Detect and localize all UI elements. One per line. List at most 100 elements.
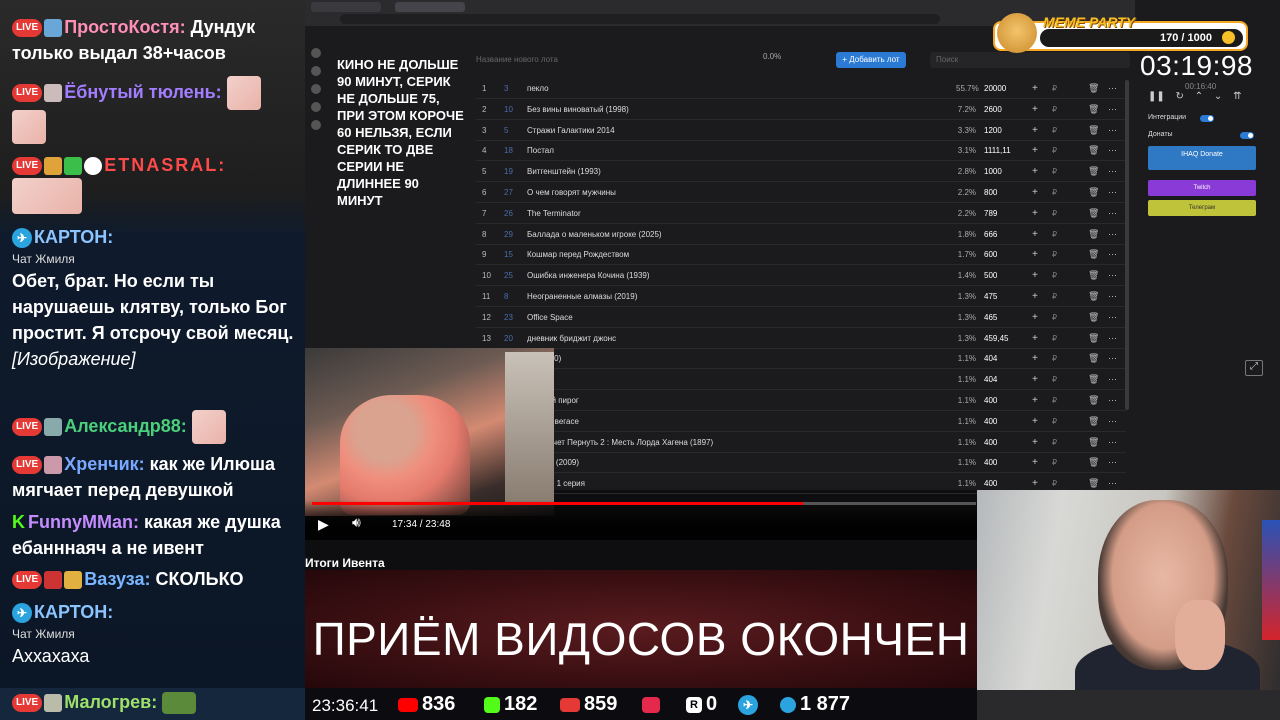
browser-tab[interactable] <box>395 2 465 12</box>
chevron-up-icon[interactable]: ⌃ <box>1195 91 1203 102</box>
volume-icon[interactable]: 🔊︎ <box>352 514 361 531</box>
add-amount-icon[interactable]: + <box>1032 270 1038 281</box>
lot-row[interactable]: 8 29 Баллада о маленьком игроке (2025) 1.8%… <box>476 224 1126 245</box>
add-amount-icon[interactable]: + <box>1032 104 1038 115</box>
new-lot-input[interactable]: Название нового лота <box>476 52 756 68</box>
lot-row[interactable]: 10 25 Ошибка инженера Кочина (1939) 1.4% 500… <box>476 265 1126 287</box>
add-amount-icon[interactable]: + <box>1032 125 1038 136</box>
add-amount-icon[interactable]: + <box>1032 312 1038 323</box>
lot-row[interactable]: 2 10 Без вины виноватый (1998) 7.2% 2600 + ₽ 🗑︎… <box>476 99 1126 120</box>
add-amount-icon[interactable]: + <box>1032 166 1038 177</box>
delete-icon[interactable]: 🗑︎ <box>1088 437 1099 448</box>
delete-icon[interactable]: 🗑︎ <box>1088 478 1099 489</box>
ruble-icon[interactable]: ₽ <box>1052 375 1057 384</box>
ruble-icon[interactable]: ₽ <box>1052 188 1057 197</box>
more-icon[interactable]: ⋯ <box>1108 125 1117 136</box>
add-lot-button[interactable]: + Добавить лот <box>836 52 906 68</box>
ruble-icon[interactable]: ₽ <box>1052 479 1057 488</box>
add-amount-icon[interactable]: + <box>1032 457 1038 468</box>
timer-controls[interactable]: ❚❚ ↻ ⌃ ⌄ ⇈ <box>1148 91 1260 103</box>
reset-icon[interactable]: ↻ <box>1176 91 1184 102</box>
twitch-integration-button[interactable]: Twitch <box>1148 180 1256 196</box>
add-amount-icon[interactable]: + <box>1032 83 1038 94</box>
integrations-toggle[interactable] <box>1200 115 1214 122</box>
more-icon[interactable]: ⋯ <box>1108 208 1117 219</box>
more-icon[interactable]: ⋯ <box>1108 249 1117 260</box>
more-icon[interactable]: ⋯ <box>1108 312 1117 323</box>
add-amount-icon[interactable]: + <box>1032 229 1038 240</box>
lot-row[interactable]: щник в вегасе1.1%400+₽🗑︎⋯ <box>476 411 1126 432</box>
lot-row[interactable]: 6 27 О чем говорят мужчины 2.2% 800 + ₽ 🗑︎ ⋯ <box>476 182 1126 203</box>
more-icon[interactable]: ⋯ <box>1108 416 1117 427</box>
chevron-down-icon[interactable]: ⌄ <box>1214 91 1222 102</box>
add-amount-icon[interactable]: + <box>1032 437 1038 448</box>
lot-search-input[interactable]: Поиск <box>930 52 1130 68</box>
more-icon[interactable]: ⋯ <box>1108 395 1117 406</box>
lot-row[interactable]: umpers (2009)1.1%400+₽🗑︎⋯ <box>476 452 1126 474</box>
more-icon[interactable]: ⋯ <box>1108 187 1117 198</box>
delete-icon[interactable]: 🗑︎ <box>1088 125 1099 136</box>
ruble-icon[interactable]: ₽ <box>1052 105 1057 114</box>
more-icon[interactable]: ⋯ <box>1108 83 1117 94</box>
ruble-icon[interactable]: ₽ <box>1052 313 1057 322</box>
ruble-icon[interactable]: ₽ <box>1052 458 1057 467</box>
delete-icon[interactable]: 🗑︎ <box>1088 333 1099 344</box>
ruble-icon[interactable]: ₽ <box>1052 126 1057 135</box>
delete-icon[interactable]: 🗑︎ <box>1088 249 1099 260</box>
ruble-icon[interactable]: ₽ <box>1052 167 1057 176</box>
add-amount-icon[interactable]: + <box>1032 395 1038 406</box>
more-icon[interactable]: ⋯ <box>1108 374 1117 385</box>
lot-row[interactable]: канский пирог1.1%400+₽🗑︎⋯ <box>476 390 1126 411</box>
more-icon[interactable]: ⋯ <box>1108 333 1117 344</box>
play-icon[interactable]: ▶ <box>318 516 329 533</box>
double-up-icon[interactable]: ⇈ <box>1233 91 1241 102</box>
delete-icon[interactable]: 🗑︎ <box>1088 208 1099 219</box>
delete-icon[interactable]: 🗑︎ <box>1088 145 1099 156</box>
delete-icon[interactable]: 🗑︎ <box>1088 104 1099 115</box>
pause-icon[interactable]: ❚❚ <box>1148 91 1165 102</box>
delete-icon[interactable]: 🗑︎ <box>1088 229 1099 240</box>
lot-row[interactable]: 11 8 Неограненные алмазы (2019) 1.3% 475 + ₽ 🗑︎… <box>476 286 1126 307</box>
more-icon[interactable]: ⋯ <box>1108 104 1117 115</box>
ruble-icon[interactable]: ₽ <box>1052 354 1057 363</box>
donate-integration-button[interactable]: IHAQ Donate <box>1148 146 1256 170</box>
add-amount-icon[interactable]: + <box>1032 187 1038 198</box>
more-icon[interactable]: ⋯ <box>1108 145 1117 156</box>
more-icon[interactable]: ⋯ <box>1108 478 1117 489</box>
ruble-icon[interactable]: ₽ <box>1052 250 1057 259</box>
telegram-integration-button[interactable]: Телеграм <box>1148 200 1256 216</box>
lot-row[interactable]: енция1.1%404+₽🗑︎⋯ <box>476 369 1126 391</box>
ruble-icon[interactable]: ₽ <box>1052 292 1057 301</box>
add-amount-icon[interactable]: + <box>1032 249 1038 260</box>
add-amount-icon[interactable]: + <box>1032 291 1038 302</box>
lot-row[interactable]: 3 5 Стражи Галактики 2014 3.3% 1200 + ₽ 🗑︎ ⋯ <box>476 120 1126 141</box>
lot-row[interactable]: Фум хочет Пернуть 2 : Месть Лорда Хагена… <box>476 432 1126 453</box>
lot-row[interactable]: 12 23 Office Space 1.3% 465 + ₽ 🗑︎ ⋯ <box>476 307 1126 328</box>
more-icon[interactable]: ⋯ <box>1108 291 1117 302</box>
more-icon[interactable]: ⋯ <box>1108 437 1117 448</box>
ruble-icon[interactable]: ₽ <box>1052 438 1057 447</box>
add-amount-icon[interactable]: + <box>1032 374 1038 385</box>
add-amount-icon[interactable]: + <box>1032 353 1038 364</box>
ruble-icon[interactable]: ₽ <box>1052 146 1057 155</box>
ruble-icon[interactable]: ₽ <box>1052 271 1057 280</box>
url-bar[interactable] <box>340 14 940 24</box>
lot-row[interactable]: 13 20 дневник бриджит джонс 1.3% 459,45 + ₽ 🗑︎ ⋯ <box>476 328 1126 349</box>
delete-icon[interactable]: 🗑︎ <box>1088 353 1099 364</box>
add-amount-icon[interactable]: + <box>1032 208 1038 219</box>
add-amount-icon[interactable]: + <box>1032 416 1038 427</box>
ruble-icon[interactable]: ₽ <box>1052 209 1057 218</box>
more-icon[interactable]: ⋯ <box>1108 270 1117 281</box>
ruble-icon[interactable]: ₽ <box>1052 417 1057 426</box>
lot-row[interactable]: 7 26 The Terminator 2.2% 789 + ₽ 🗑︎ ⋯ <box>476 203 1126 224</box>
delete-icon[interactable]: 🗑︎ <box>1088 312 1099 323</box>
delete-icon[interactable]: 🗑︎ <box>1088 270 1099 281</box>
more-icon[interactable]: ⋯ <box>1108 353 1117 364</box>
lot-row[interactable]: 9 15 Кошмар перед Рождеством 1.7% 600 + ₽ 🗑︎ ⋯ <box>476 244 1126 266</box>
browser-tab[interactable] <box>311 2 381 12</box>
ruble-icon[interactable]: ₽ <box>1052 84 1057 93</box>
delete-icon[interactable]: 🗑︎ <box>1088 166 1099 177</box>
ruble-icon[interactable]: ₽ <box>1052 396 1057 405</box>
add-amount-icon[interactable]: + <box>1032 478 1038 489</box>
delete-icon[interactable]: 🗑︎ <box>1088 291 1099 302</box>
